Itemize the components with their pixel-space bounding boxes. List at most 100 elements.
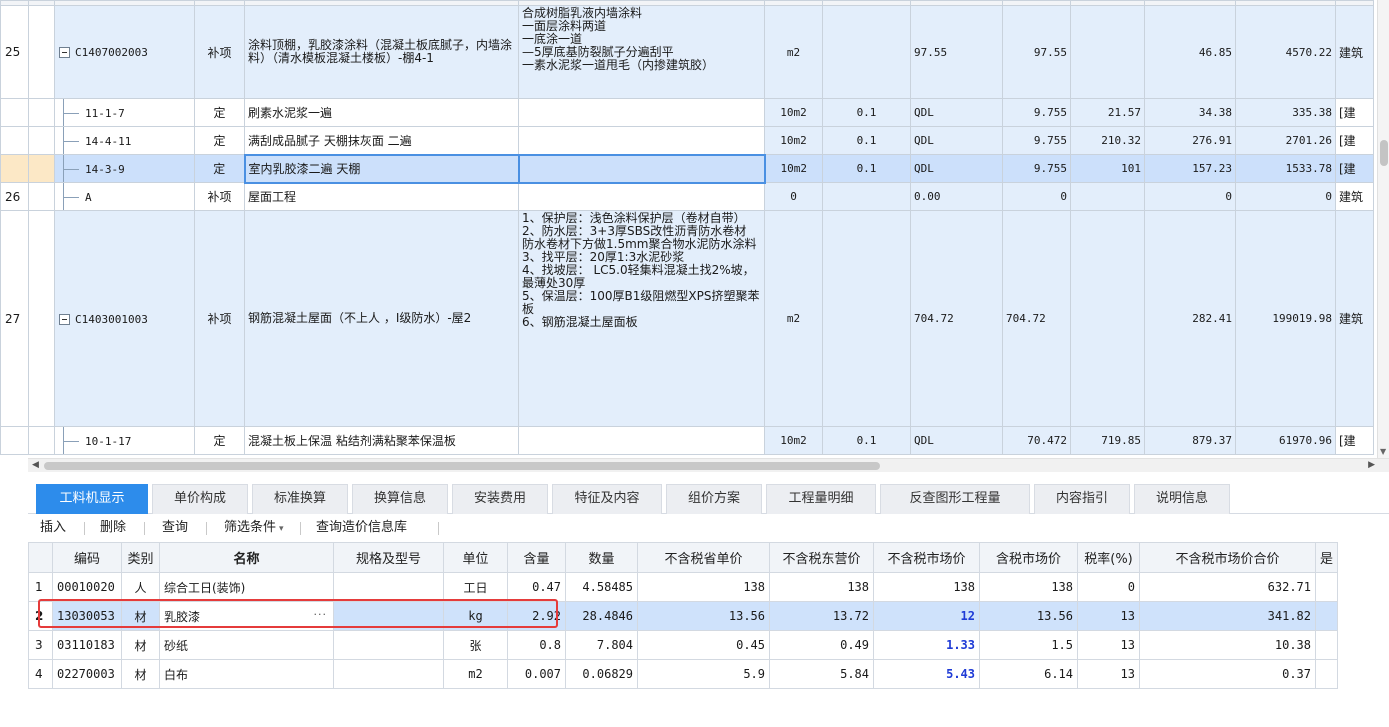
resource-tax-rate[interactable]: 13 — [1077, 601, 1140, 631]
item-features[interactable] — [518, 153, 766, 184]
item-coef[interactable] — [822, 210, 911, 427]
col-spec-model[interactable]: 规格及型号 — [333, 542, 444, 573]
col-quantity[interactable]: 数量 — [565, 542, 638, 573]
item-unit[interactable]: 10m2 — [764, 426, 823, 455]
item-code[interactable]: 14-4-11 — [54, 126, 195, 155]
table-row[interactable]: 25 C1407002003 补项 涂料顶棚，乳胶漆涂料（混凝土板底腻子，内墙涂… — [0, 5, 1374, 99]
scroll-down-arrow-icon[interactable]: ▼ — [1380, 447, 1386, 456]
resource-unit[interactable]: kg — [443, 601, 508, 631]
resource-spec[interactable] — [333, 659, 444, 689]
tab-resource-display[interactable]: 工料机显示 — [36, 484, 148, 514]
item-qty-expr[interactable]: QDL — [910, 126, 1003, 155]
tab-description-info[interactable]: 说明信息 — [1134, 484, 1230, 514]
scroll-right-arrow-icon[interactable]: ▶ — [1368, 460, 1375, 470]
resource-content[interactable]: 2.92 — [507, 601, 566, 631]
tab-graphic-quantity-lookup[interactable]: 反查图形工程量 — [880, 484, 1030, 514]
tab-conversion-info[interactable]: 换算信息 — [352, 484, 448, 514]
col-category[interactable]: 类别 — [121, 542, 160, 573]
resource-content[interactable]: 0.007 — [507, 659, 566, 689]
resource-tax-rate[interactable]: 13 — [1077, 659, 1140, 689]
item-unit[interactable]: 10m2 — [764, 154, 823, 183]
resource-tax-rate[interactable]: 13 — [1077, 630, 1140, 660]
item-code[interactable]: C1403001003 — [54, 210, 195, 427]
col-content[interactable]: 含量 — [507, 542, 566, 573]
item-qty-expr[interactable]: QDL — [910, 154, 1003, 183]
item-unit[interactable]: 0 — [764, 182, 823, 211]
tab-quantity-detail[interactable]: 工程量明细 — [766, 484, 876, 514]
item-name[interactable]: 刷素水泥浆一遍 — [244, 98, 519, 127]
resource-code[interactable]: 00010020 — [52, 572, 122, 602]
item-qty-expr[interactable]: QDL — [910, 426, 1003, 455]
item-qty-expr[interactable]: 0.00 — [910, 182, 1003, 211]
item-features[interactable]: 合成树脂乳液内墙涂料 一面层涂料两道 一底涂一道 —5厚底基防裂腻子分遍刮平 一… — [518, 5, 765, 99]
tab-install-fee[interactable]: 安装费用 — [452, 484, 548, 514]
insert-button[interactable]: 插入 — [40, 514, 66, 542]
resource-category[interactable]: 材 — [121, 630, 160, 660]
horizontal-scroll-thumb[interactable] — [44, 462, 880, 470]
item-coef[interactable] — [822, 5, 911, 99]
query-button[interactable]: 查询 — [162, 514, 188, 542]
table-row[interactable]: 27 C1403001003 补项 钢筋混凝土屋面（不上人 ，I级防水）-屋2 … — [0, 210, 1374, 427]
resource-spec[interactable] — [333, 572, 444, 602]
item-code[interactable]: 14-3-9 — [54, 154, 195, 183]
item-name[interactable]: 满刮成品腻子 天棚抹灰面 二遍 — [244, 126, 519, 155]
item-code[interactable]: C1407002003 — [54, 5, 195, 99]
item-features[interactable] — [518, 426, 765, 455]
resource-content[interactable]: 0.47 — [507, 572, 566, 602]
resource-category[interactable]: 材 — [121, 601, 160, 631]
item-features[interactable]: 1、保护层：浅色涂料保护层（卷材自带） 2、防水层：3+3厚SBS改性沥青防水卷… — [518, 210, 765, 427]
vertical-scrollbar[interactable]: ▼ — [1377, 0, 1389, 458]
col-tax-rate[interactable]: 税率(%) — [1077, 542, 1140, 573]
resource-market-price[interactable]: 5.43 — [873, 659, 980, 689]
item-code[interactable]: A — [54, 182, 195, 211]
item-name[interactable]: 混凝土板上保温 粘结剂满粘聚苯保温板 — [244, 426, 519, 455]
resource-market-price-tax[interactable]: 6.14 — [979, 659, 1078, 689]
tab-features-content[interactable]: 特征及内容 — [552, 484, 662, 514]
item-coef[interactable]: 0.1 — [822, 426, 911, 455]
item-coef[interactable]: 0.1 — [822, 126, 911, 155]
item-code[interactable]: 11-1-7 — [54, 98, 195, 127]
col-flag[interactable]: 是 — [1314, 542, 1339, 573]
resource-market-price[interactable]: 12 — [873, 601, 980, 631]
col-market-price-tax[interactable]: 含税市场价 — [979, 542, 1078, 573]
table-row[interactable]: 26 A 补项 屋面工程 0 0.00 0 0 0 建筑 — [0, 182, 1374, 211]
resource-market-price-tax[interactable]: 138 — [979, 572, 1078, 602]
table-row[interactable]: 14-4-11 定 满刮成品腻子 天棚抹灰面 二遍 10m2 0.1 QDL 9… — [0, 126, 1374, 155]
horizontal-scrollbar[interactable]: ◀ ▶ — [28, 458, 1389, 472]
item-code[interactable]: 10-1-17 — [54, 426, 195, 455]
item-name[interactable]: 室内乳胶漆二遍 天棚 — [243, 153, 520, 184]
resource-name-editor[interactable]: 乳胶漆 ··· — [159, 601, 334, 631]
item-unit[interactable]: m2 — [764, 210, 823, 427]
col-unit[interactable]: 单位 — [443, 542, 508, 573]
resource-market-price-tax[interactable]: 1.5 — [979, 630, 1078, 660]
resource-content[interactable]: 0.8 — [507, 630, 566, 660]
item-features[interactable] — [518, 182, 765, 211]
resource-spec[interactable] — [333, 601, 444, 631]
table-row-selected[interactable]: 14-3-9 定 室内乳胶漆二遍 天棚 10m2 0.1 QDL 9.755 1… — [0, 153, 1374, 184]
table-row[interactable]: 10-1-17 定 混凝土板上保温 粘结剂满粘聚苯保温板 10m2 0.1 QD… — [0, 426, 1374, 455]
item-features[interactable] — [518, 126, 765, 155]
resource-unit[interactable]: m2 — [443, 659, 508, 689]
resource-market-price-tax[interactable]: 13.56 — [979, 601, 1078, 631]
resource-category[interactable]: 材 — [121, 659, 160, 689]
query-price-db-button[interactable]: 查询造价信息库 — [316, 514, 407, 542]
collapse-toggle-icon[interactable] — [59, 47, 70, 58]
delete-button[interactable]: 删除 — [100, 514, 126, 542]
collapse-toggle-icon[interactable] — [59, 313, 70, 325]
filter-dropdown[interactable]: 筛选条件 ▾ — [224, 514, 284, 543]
col-code[interactable]: 编码 — [52, 542, 122, 573]
col-market-total[interactable]: 不含税市场价合价 — [1139, 542, 1316, 573]
resource-name[interactable]: 白布 — [159, 659, 334, 689]
vertical-scroll-thumb[interactable] — [1380, 140, 1388, 166]
resource-market-price[interactable]: 138 — [873, 572, 980, 602]
tab-pricing-scheme[interactable]: 组价方案 — [666, 484, 762, 514]
item-coef[interactable] — [822, 182, 911, 211]
table-row[interactable]: 1 00010020 人 综合工日(装饰) 工日 0.47 4.58485 13… — [28, 572, 1339, 602]
ellipsis-button-icon[interactable]: ··· — [314, 608, 328, 621]
resource-code[interactable]: 02270003 — [52, 659, 122, 689]
item-unit[interactable]: m2 — [764, 5, 823, 99]
item-unit[interactable]: 10m2 — [764, 126, 823, 155]
resource-unit[interactable]: 工日 — [443, 572, 508, 602]
item-coef[interactable]: 0.1 — [822, 98, 911, 127]
item-qty-expr[interactable]: QDL — [910, 98, 1003, 127]
